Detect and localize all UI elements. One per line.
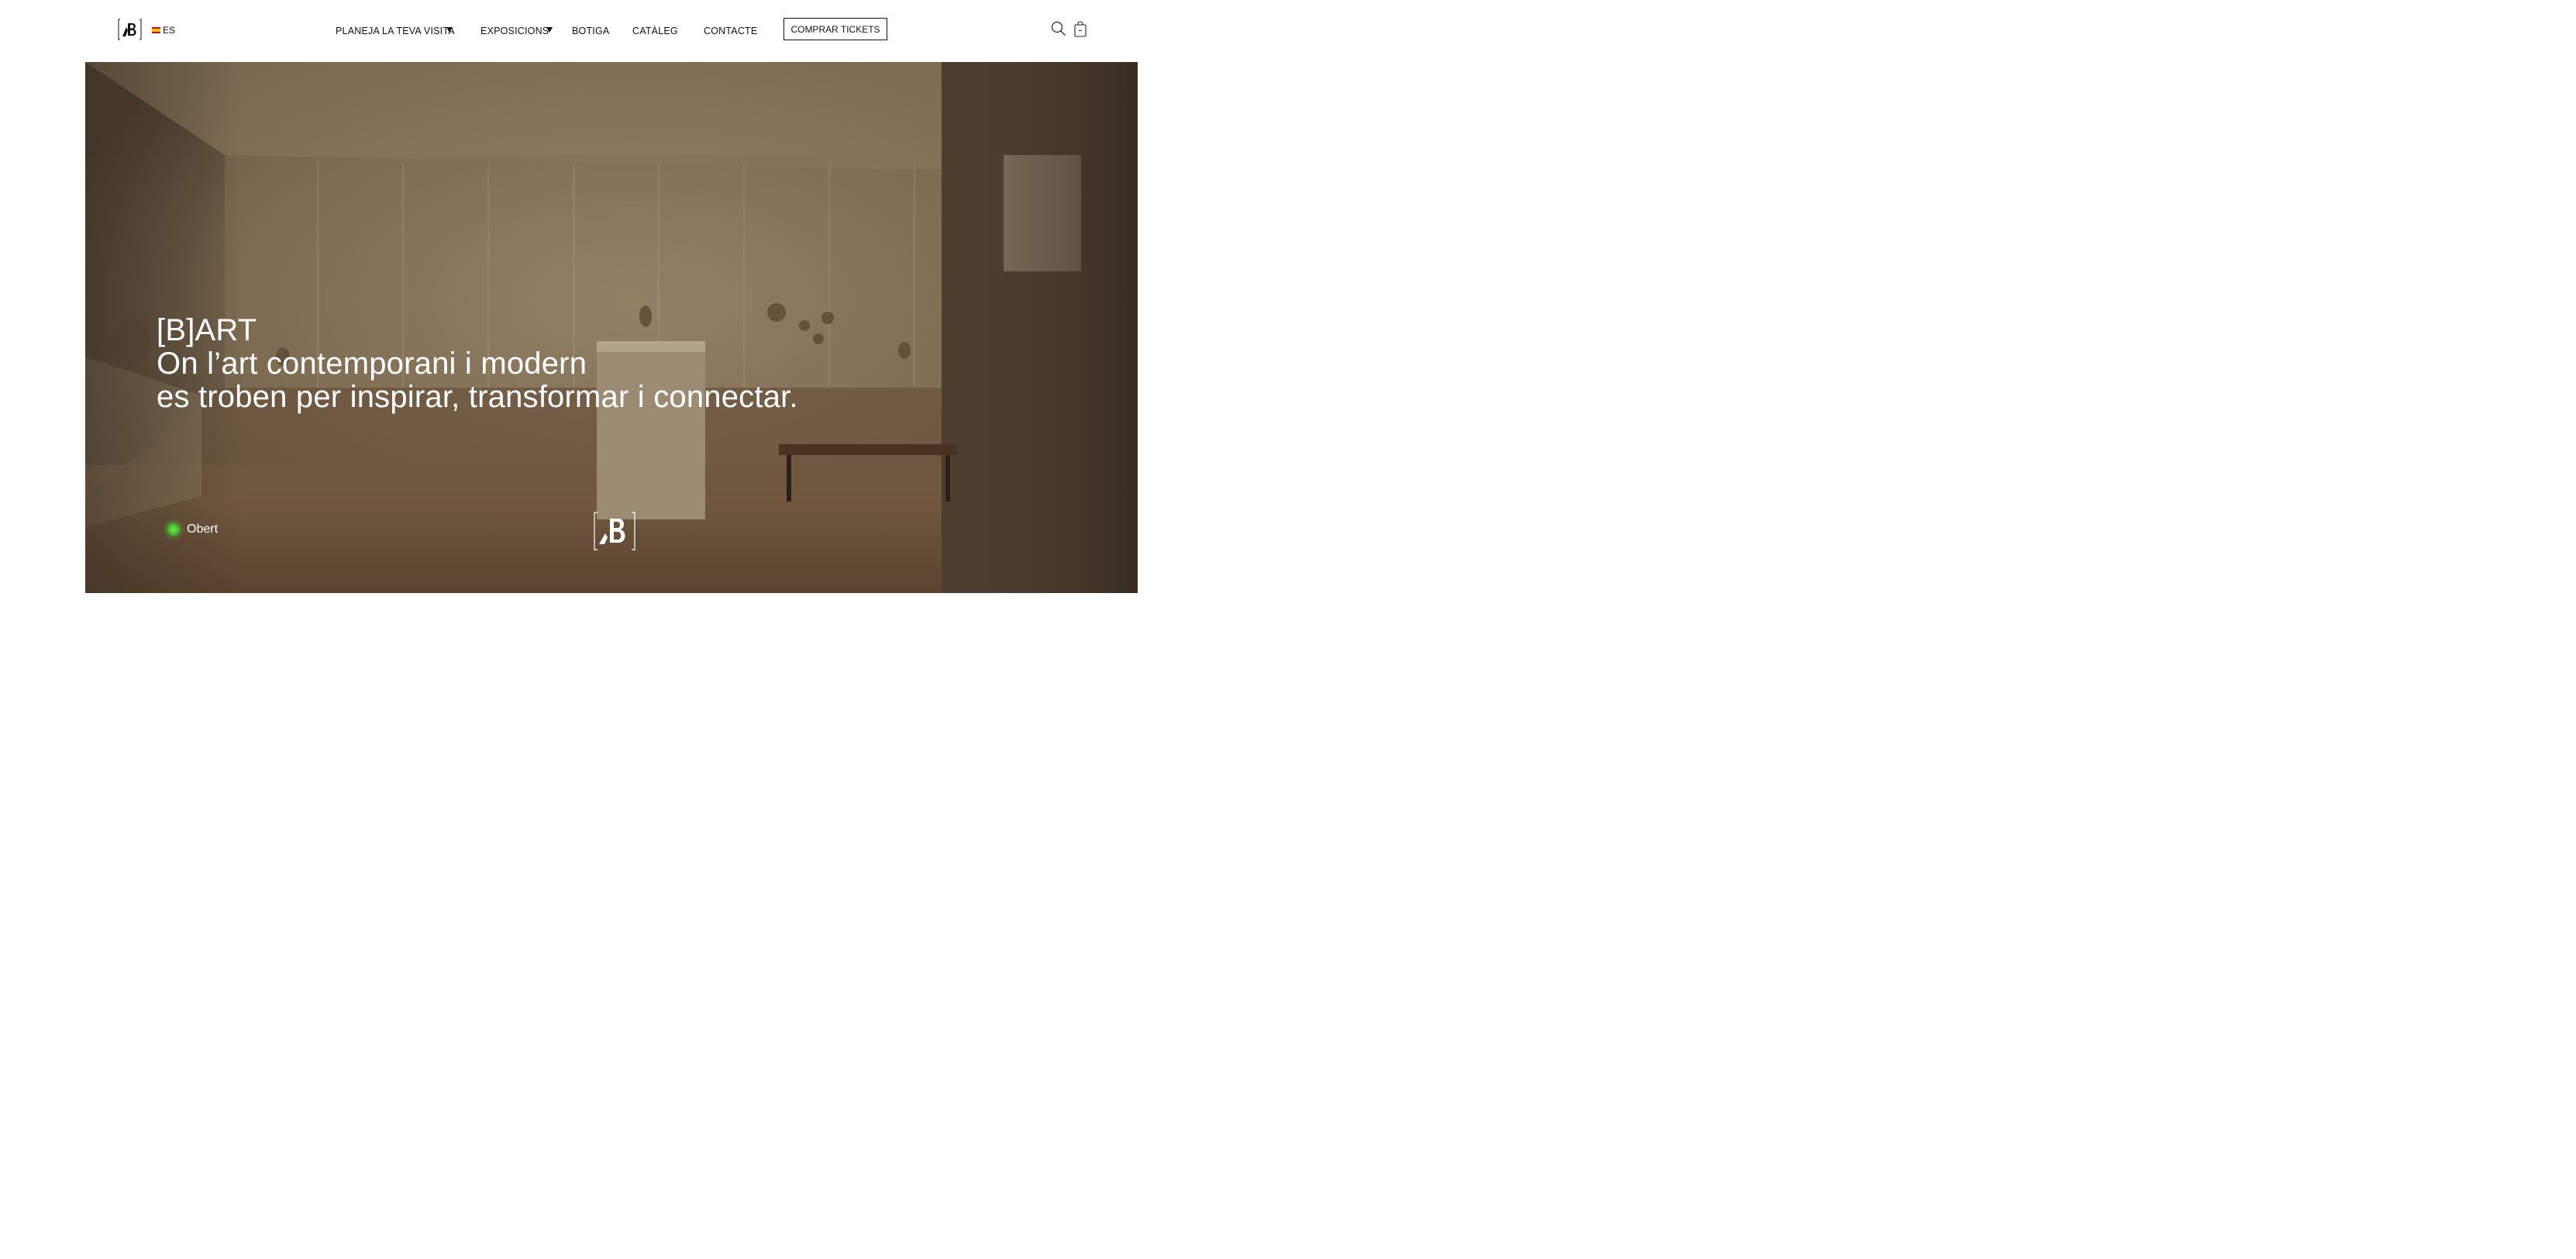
site-header: ES PLANEJA LA TEVA VISITA EXPOSICIONS BO… — [85, 0, 1138, 62]
brand-logo-icon[interactable] — [118, 19, 142, 40]
language-selector[interactable]: ES — [152, 25, 175, 36]
spain-flag-icon — [152, 27, 160, 33]
search-icon[interactable] — [1051, 21, 1066, 36]
hero-line-1: [B]ART — [157, 313, 257, 347]
status-label: Obert — [187, 523, 219, 536]
nav-plan-visit[interactable]: PLANEJA LA TEVA VISITA — [336, 26, 455, 36]
page: ES PLANEJA LA TEVA VISITA EXPOSICIONS BO… — [85, 0, 1138, 601]
hero-headline: [B]ART On l’art contemporani i modern es… — [157, 314, 798, 414]
brand-logo-icon — [594, 512, 635, 550]
shopping-bag-icon[interactable] — [1073, 20, 1087, 37]
hero-line-2: On l’art contemporani i modern — [157, 347, 587, 381]
nav-catalog[interactable]: CATÀLEG — [632, 26, 678, 36]
chevron-down-icon[interactable] — [546, 27, 553, 33]
opening-status: Obert — [167, 523, 218, 536]
language-label: ES — [163, 25, 176, 36]
nav-contact[interactable]: CONTACTE — [704, 26, 757, 36]
nav-exhibitions[interactable]: EXPOSICIONS — [480, 26, 549, 36]
hero-banner: [B]ART On l’art contemporani i modern es… — [85, 62, 1138, 593]
hero-line-3: es troben per inspirar, transformar i co… — [157, 380, 798, 414]
chevron-down-icon[interactable] — [446, 27, 453, 33]
buy-tickets-button[interactable]: COMPRAR TICKETS — [783, 18, 887, 40]
status-dot-icon — [167, 523, 180, 536]
nav-shop[interactable]: BOTIGA — [572, 26, 609, 36]
